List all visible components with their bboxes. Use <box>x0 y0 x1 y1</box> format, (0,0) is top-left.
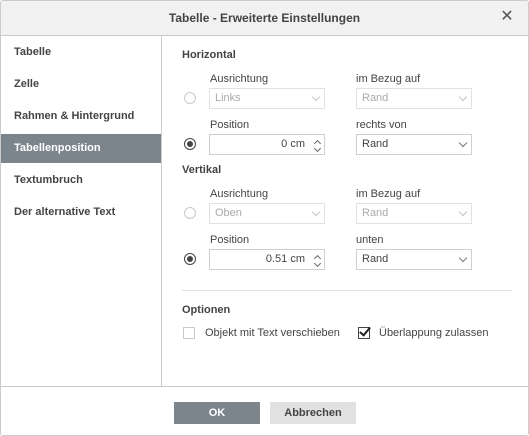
chevron-down-icon <box>311 92 321 102</box>
vertical-alignment-label: Ausrichtung <box>210 188 269 200</box>
horizontal-position-radio[interactable] <box>184 138 196 150</box>
chevron-down-icon <box>458 138 468 148</box>
allow-overlap-label[interactable]: Überlappung zulassen <box>379 327 488 339</box>
sidebar: Tabelle Zelle Rahmen & Hintergrund Tabel… <box>1 36 162 386</box>
horizontal-position-relative-label: rechts von <box>356 119 407 131</box>
chevron-down-icon <box>458 207 468 217</box>
options-section-title: Optionen <box>182 304 231 316</box>
vertical-position-relative-select[interactable]: Rand <box>356 249 472 270</box>
horizontal-position-spinner[interactable]: 0 cm <box>209 134 325 155</box>
dialog-titlebar[interactable]: Tabelle - Erweiterte Einstellungen ✕ <box>1 1 528 36</box>
advanced-settings-dialog: Tabelle - Erweiterte Einstellungen ✕ Tab… <box>0 0 529 436</box>
allow-overlap-checkbox[interactable] <box>358 327 370 339</box>
sidebar-item-tabelle[interactable]: Tabelle <box>1 38 161 67</box>
vertical-alignment-relative-select[interactable]: Rand <box>356 203 472 224</box>
horizontal-position-value: 0 cm <box>281 138 305 150</box>
chevron-down-icon <box>458 253 468 263</box>
close-icon[interactable]: ✕ <box>497 7 517 27</box>
vertical-position-radio[interactable] <box>184 253 196 265</box>
vertical-position-value: 0.51 cm <box>265 253 305 265</box>
horizontal-alignment-relative-select[interactable]: Rand <box>356 88 472 109</box>
horizontal-alignment-label: Ausrichtung <box>210 73 269 85</box>
horizontal-section-title: Horizontal <box>182 49 236 61</box>
chevron-down-icon <box>311 207 321 217</box>
horizontal-position-relative-select[interactable]: Rand <box>356 134 472 155</box>
sidebar-item-tabellenposition[interactable]: Tabellenposition <box>1 134 161 163</box>
vertical-position-relative-value: Rand <box>362 253 389 265</box>
move-with-text-label[interactable]: Objekt mit Text verschieben <box>205 327 340 339</box>
horizontal-position-label: Position <box>210 119 250 131</box>
vertical-alignment-select[interactable]: Oben <box>209 203 325 224</box>
dialog-title: Tabelle - Erweiterte Einstellungen <box>168 11 361 25</box>
vertical-alignment-relative-value: Rand <box>362 207 389 219</box>
ok-button[interactable]: OK <box>174 402 260 424</box>
vertical-alignment-value: Oben <box>215 207 242 219</box>
sidebar-item-zelle[interactable]: Zelle <box>1 70 161 99</box>
vertical-position-relative-label: unten <box>356 234 384 246</box>
move-with-text-checkbox[interactable] <box>183 327 195 339</box>
chevron-down-icon <box>458 92 468 102</box>
horizontal-position-relative-value: Rand <box>362 138 389 150</box>
horizontal-alignment-select[interactable]: Links <box>209 88 325 109</box>
horizontal-alignment-radio[interactable] <box>184 92 196 104</box>
dialog-footer: OK Abbrechen <box>1 386 528 435</box>
cancel-button[interactable]: Abbrechen <box>270 402 356 424</box>
sidebar-item-rahmen-hintergrund[interactable]: Rahmen & Hintergrund <box>1 102 161 131</box>
sidebar-item-textumbruch[interactable]: Textumbruch <box>1 166 161 195</box>
horizontal-alignment-relative-value: Rand <box>362 92 389 104</box>
vertical-alignment-radio[interactable] <box>184 207 196 219</box>
vertical-position-spinner[interactable]: 0.51 cm <box>209 249 325 270</box>
horizontal-relative-label: im Bezug auf <box>356 73 421 85</box>
vertical-relative-label: im Bezug auf <box>356 188 421 200</box>
horizontal-alignment-value: Links <box>215 92 241 104</box>
vertical-position-label: Position <box>210 234 250 246</box>
vertical-section-title: Vertikal <box>182 164 222 176</box>
section-divider <box>182 290 512 291</box>
chevron-down-icon[interactable] <box>313 144 322 153</box>
chevron-down-icon[interactable] <box>313 259 322 268</box>
sidebar-item-alternativer-text[interactable]: Der alternative Text <box>1 198 161 227</box>
